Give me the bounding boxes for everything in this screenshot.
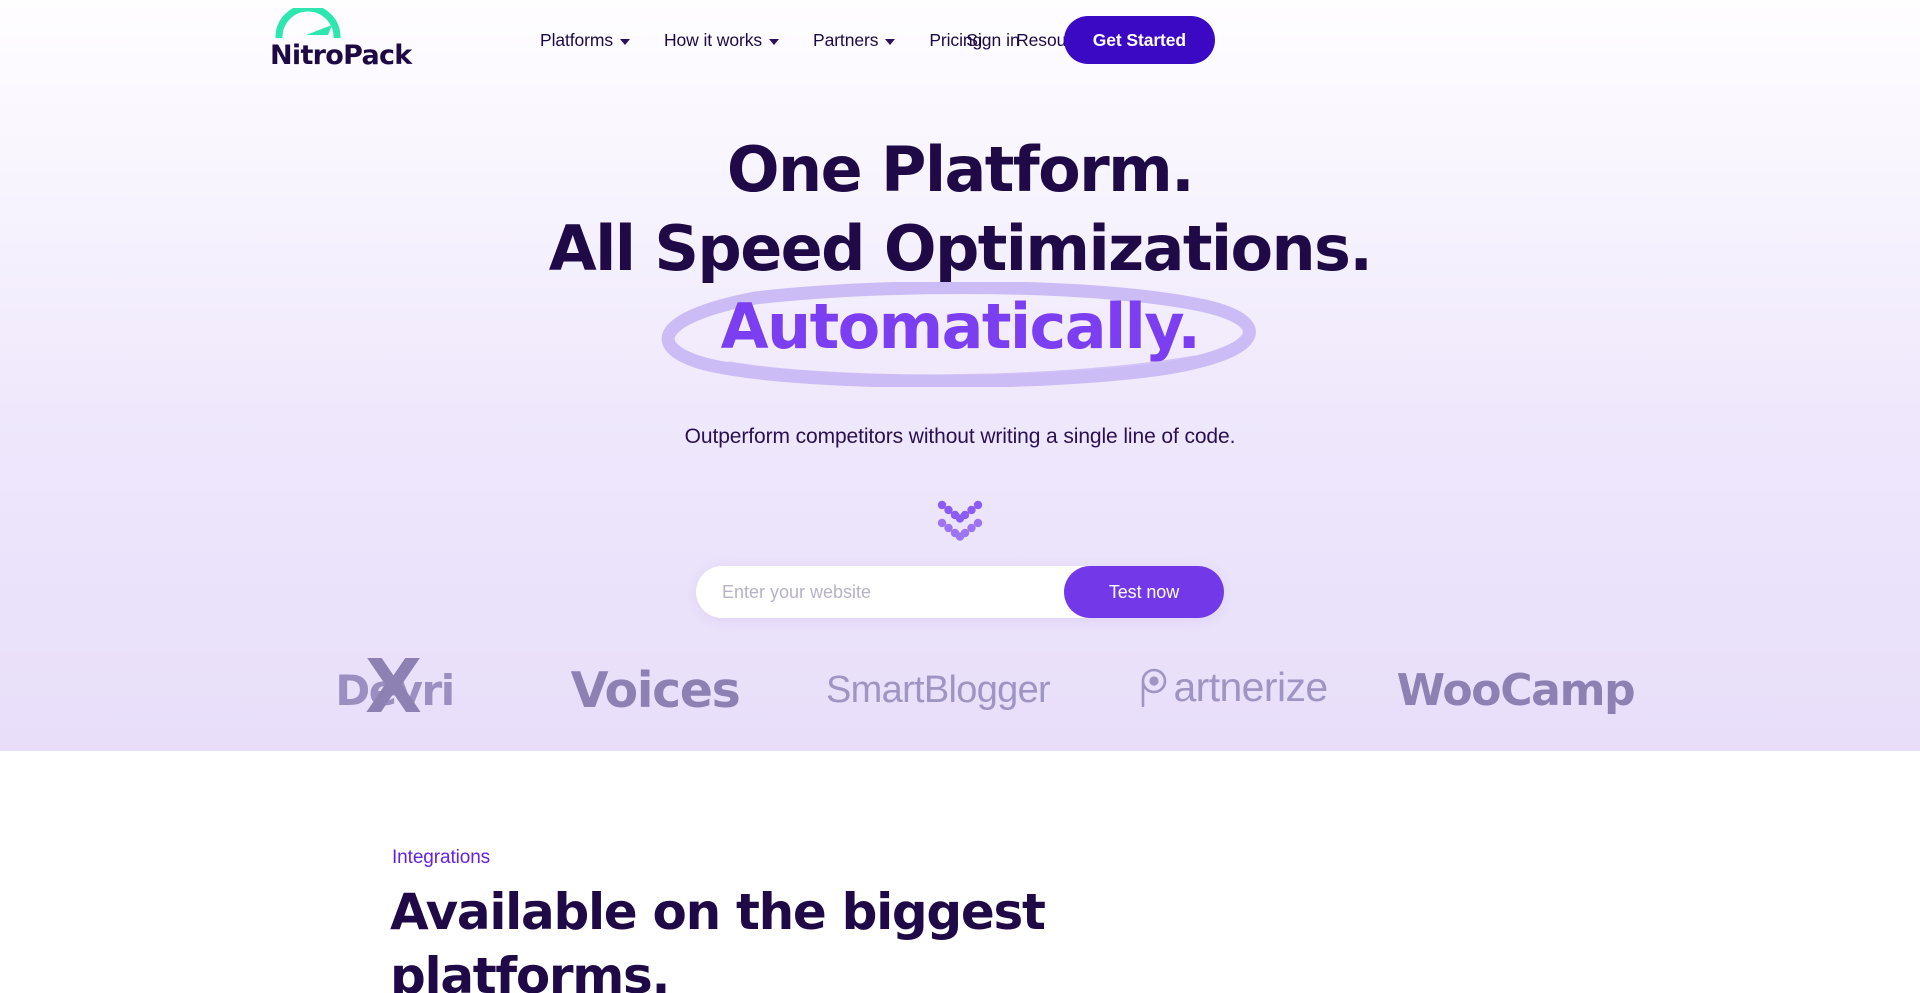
nav-item-how-it-works[interactable]: How it works xyxy=(664,30,779,51)
landing-page: NitroPack Platforms How it works Partner… xyxy=(0,0,1920,993)
client-logo-woocamp: WooCamp xyxy=(1396,664,1636,716)
logo-wordmark: NitroPack xyxy=(270,40,412,71)
nav-label: How it works xyxy=(664,29,762,50)
nav-item-partners[interactable]: Partners xyxy=(813,29,896,51)
chevron-down-icon xyxy=(885,38,896,45)
website-test-form: Test now xyxy=(696,566,1224,618)
speedometer-gauge-icon xyxy=(270,4,420,43)
test-now-button[interactable]: Test now xyxy=(1064,566,1224,618)
nav-label: Platforms xyxy=(540,29,614,50)
nav-label: Partners xyxy=(813,29,879,50)
integrations-title: Available on the biggest platforms. xyxy=(390,883,1046,993)
hero-headline-line-2: All Speed Optimizations. xyxy=(548,212,1373,285)
logo-nitropack[interactable]: NitroPack xyxy=(270,4,420,71)
header-auth-actions: Sign in Get Started xyxy=(966,0,1215,80)
devrix-x-mark-icon: X xyxy=(365,643,422,730)
chevron-down-icon xyxy=(769,38,779,45)
client-logo-devrix: Devri X xyxy=(267,650,522,724)
site-header: NitroPack Platforms How it works Partner… xyxy=(0,0,1920,80)
hero-headline-line-3: Automatically. xyxy=(720,290,1201,363)
website-url-input[interactable] xyxy=(696,566,1064,618)
hero-headline-line-1: One Platform. xyxy=(726,133,1195,206)
client-logo-voices: Voices xyxy=(570,661,741,719)
integrations-eyebrow: Integrations xyxy=(392,847,491,868)
client-logo-text: artnerize xyxy=(1173,663,1328,710)
double-chevron-down-dotted-icon xyxy=(925,495,995,555)
hero-headline-line-3-wrapper: Automatically. xyxy=(0,282,1920,387)
nav-item-platforms[interactable]: Platforms xyxy=(540,29,631,51)
get-started-button[interactable]: Get Started xyxy=(1063,16,1215,64)
partnerize-p-mark-icon xyxy=(1138,665,1172,717)
client-logo-partnerize: artnerize xyxy=(1088,664,1378,717)
sign-in-link[interactable]: Sign in xyxy=(966,30,1020,51)
hero-subtitle: Outperform competitors without writing a… xyxy=(684,425,1236,448)
hero-section: NitroPack Platforms How it works Partner… xyxy=(0,0,1920,751)
chevron-down-icon xyxy=(620,38,631,45)
client-logo-smartblogger: SmartBlogger xyxy=(826,668,1051,711)
client-logo-strip: Devri X Voices SmartBlogger artnerize Wo… xyxy=(0,640,1920,740)
